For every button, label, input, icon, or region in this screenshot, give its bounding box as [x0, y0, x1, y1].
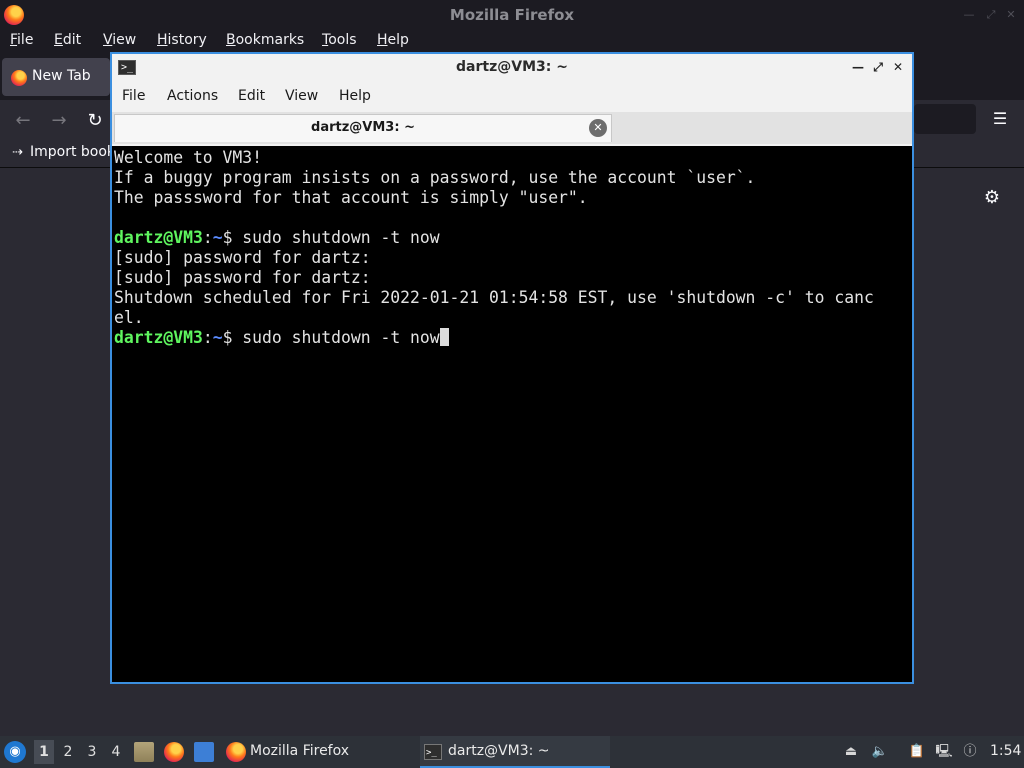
prompt-user: dartz@VM3 [114, 228, 203, 247]
menu-history[interactable]: History [157, 32, 207, 48]
firefox-launcher-icon[interactable] [164, 742, 184, 762]
terminal-line: [sudo] password for dartz: [114, 248, 371, 267]
menu-file[interactable]: File [10, 32, 33, 48]
task-terminal[interactable]: >_ dartz@VM3: ~ [420, 736, 610, 768]
terminal-line: If a buggy program insists on a password… [114, 168, 756, 187]
terminal-line: Welcome to VM3! [114, 148, 263, 167]
menu-bookmarks[interactable]: Bookmarks [226, 32, 304, 48]
terminal-line: [sudo] password for dartz: [114, 268, 371, 287]
terminal-titlebar[interactable]: >_ dartz@VM3: ~ — ⤢ ✕ [112, 54, 912, 82]
eject-icon[interactable]: ⏏ [842, 743, 860, 761]
firefox-icon [226, 742, 246, 762]
terminal-line: el. [114, 308, 144, 327]
back-arrow-icon[interactable]: ← [12, 110, 34, 132]
terminal-tab-label: dartz@VM3: ~ [311, 120, 415, 135]
close-icon[interactable]: ✕ [890, 59, 906, 75]
workspace-4[interactable]: 4 [106, 740, 126, 764]
text-cursor [439, 328, 449, 346]
terminal-line: dartz@VM3:~$ sudo shutdown -t now [114, 228, 440, 247]
workspace-1[interactable]: 1 [34, 740, 54, 764]
terminal-window: >_ dartz@VM3: ~ — ⤢ ✕ File Actions Edit Vie… [110, 52, 914, 684]
task-label: dartz@VM3: ~ [448, 743, 550, 759]
reload-icon[interactable]: ↻ [84, 110, 106, 132]
terminal-tabbar: dartz@VM3: ~ ✕ [112, 112, 912, 144]
clock[interactable]: 1:54 [990, 743, 1021, 759]
gear-icon[interactable]: ⚙ [982, 188, 1002, 208]
prompt-path: ~ [212, 228, 223, 247]
firefox-titlebar: Mozilla Firefox — ⤢ ✕ [0, 0, 1024, 30]
taskbar: ◉ 1234 Mozilla Firefox >_ dartz@VM3: ~ ⏏… [0, 736, 1024, 768]
terminal-line: Shutdown scheduled for Fri 2022-01-21 01… [114, 288, 874, 307]
network-icon[interactable]: 🖳 [935, 743, 953, 761]
terminal-menu-help[interactable]: Help [339, 88, 371, 104]
terminal-tab[interactable]: dartz@VM3: ~ ✕ [114, 114, 612, 142]
terminal-menu-file[interactable]: File [122, 88, 145, 104]
forward-arrow-icon[interactable]: → [48, 110, 70, 132]
command-text: $ sudo shutdown -t now [222, 228, 440, 247]
import-bookmarks-button[interactable]: ⇢ Import book [12, 144, 115, 160]
task-label: Mozilla Firefox [250, 743, 350, 759]
menu-tools[interactable]: Tools [322, 32, 357, 48]
workspace-2[interactable]: 2 [58, 740, 78, 764]
minimize-icon[interactable]: — [962, 8, 976, 22]
firefox-tab-icon [11, 70, 27, 86]
menu-help[interactable]: Help [377, 32, 409, 48]
import-icon: ⇢ [12, 145, 23, 160]
start-menu-icon[interactable]: ◉ [4, 741, 26, 763]
terminal-output[interactable]: Welcome to VM3! If a buggy program insist… [112, 146, 912, 682]
tab-new-tab[interactable]: New Tab [2, 58, 110, 96]
terminal-menu-edit[interactable]: Edit [238, 88, 265, 104]
firefox-menubar: File Edit View History Bookmarks Tools Help [0, 30, 1024, 54]
menu-view[interactable]: View [103, 32, 136, 48]
prompt-user: dartz@VM3 [114, 328, 203, 347]
tab-label: New Tab [32, 68, 91, 84]
show-desktop-icon[interactable] [194, 742, 214, 762]
file-manager-icon[interactable] [134, 742, 154, 762]
maximize-icon[interactable]: ⤢ [984, 8, 998, 22]
firefox-window-title: Mozilla Firefox [449, 6, 575, 24]
close-icon[interactable]: ✕ [1004, 8, 1018, 22]
minimize-icon[interactable]: — [850, 59, 866, 75]
terminal-menubar: File Actions Edit View Help [112, 82, 912, 112]
import-bookmarks-label: Import book [30, 144, 116, 160]
volume-icon[interactable]: 🔈 [871, 743, 889, 761]
terminal-icon: >_ [424, 744, 442, 760]
terminal-menu-actions[interactable]: Actions [167, 88, 218, 104]
notification-icon[interactable]: ⓘ [961, 743, 979, 761]
maximize-icon[interactable]: ⤢ [870, 59, 886, 75]
terminal-window-title: dartz@VM3: ~ [456, 59, 568, 75]
tab-close-icon[interactable]: ✕ [589, 119, 607, 137]
url-bar[interactable] [914, 104, 976, 134]
terminal-menu-view[interactable]: View [285, 88, 318, 104]
task-firefox[interactable]: Mozilla Firefox [222, 736, 412, 768]
terminal-line: The passsword for that account is simply… [114, 188, 588, 207]
terminal-line: dartz@VM3:~$ sudo shutdown -t now [114, 328, 910, 348]
menu-edit[interactable]: Edit [54, 32, 81, 48]
workspace-3[interactable]: 3 [82, 740, 102, 764]
command-text: $ sudo shutdown -t now [222, 328, 440, 347]
prompt-path: ~ [212, 328, 223, 347]
clipboard-icon[interactable]: 📋 [908, 743, 926, 761]
hamburger-menu-icon[interactable]: ☰ [990, 109, 1010, 129]
